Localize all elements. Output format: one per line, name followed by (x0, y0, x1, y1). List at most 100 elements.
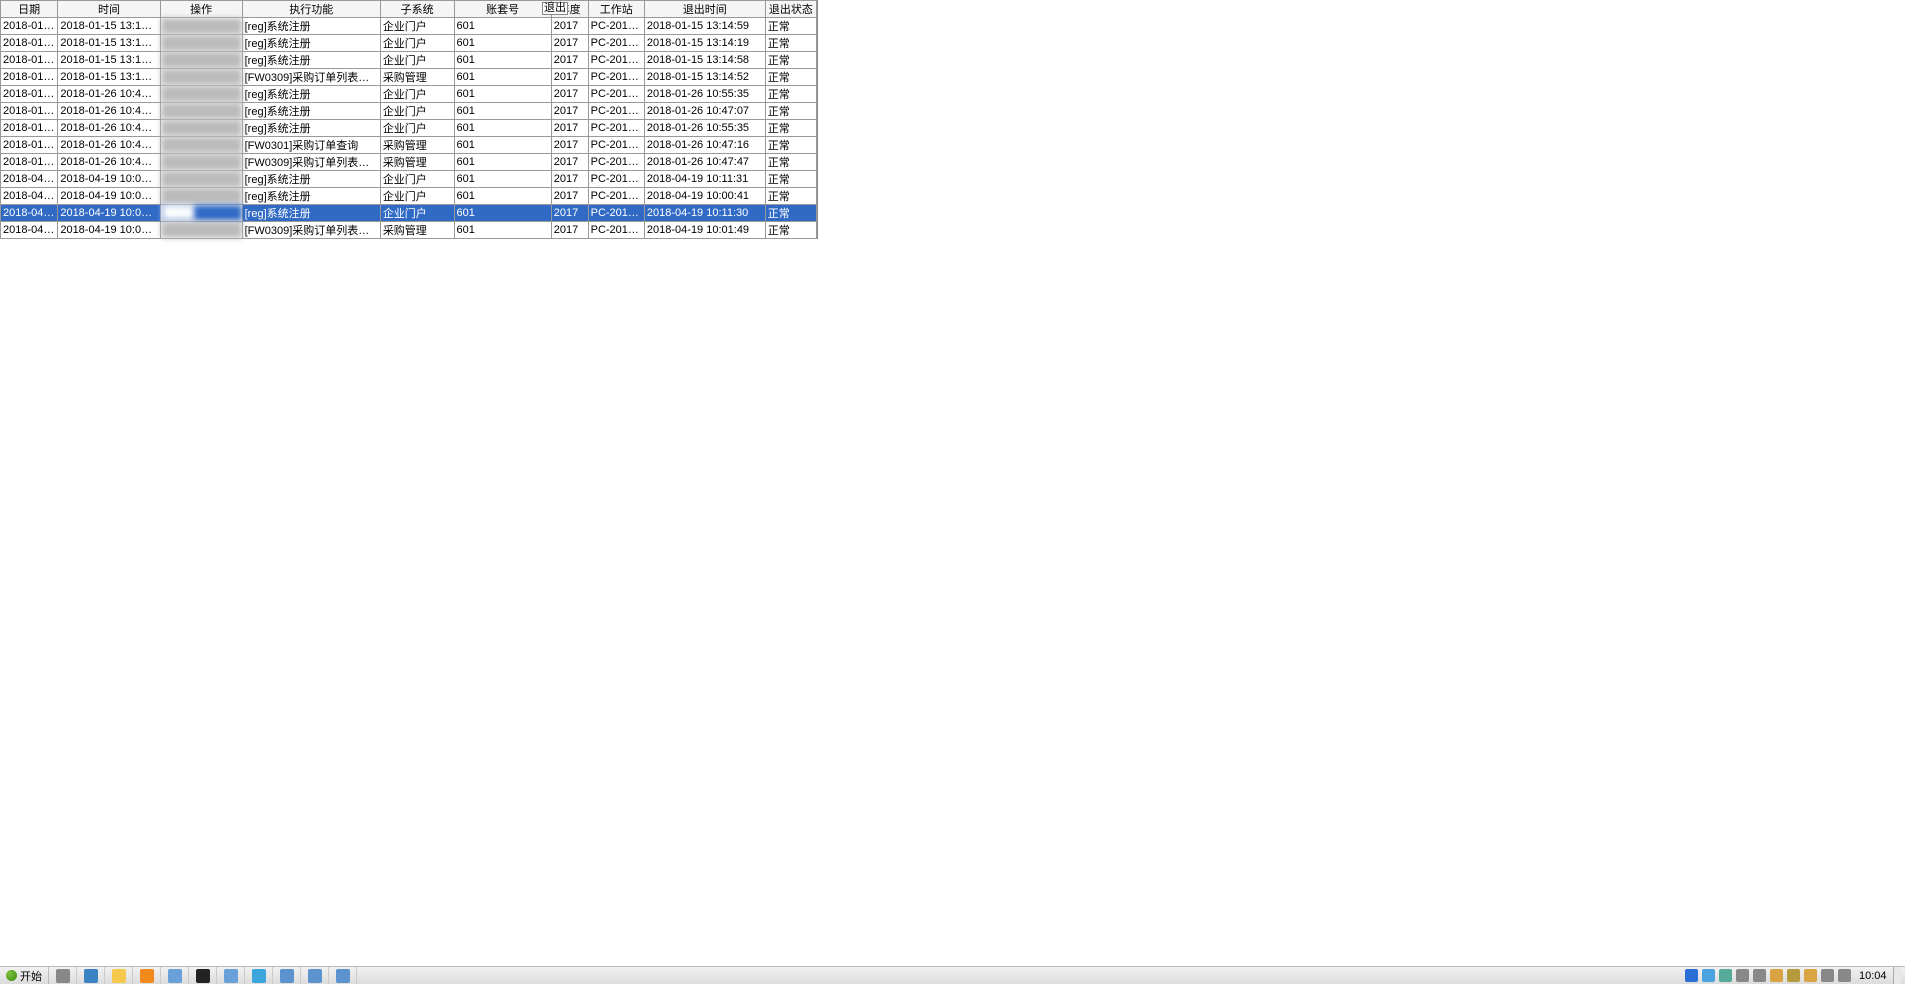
cell-subsys: 企业门户 (380, 205, 454, 222)
cell-exitstat: 正常 (765, 222, 816, 239)
window-icon[interactable] (329, 967, 357, 984)
cell-exitstat: 正常 (765, 86, 816, 103)
cell-exittime: 2018-04-19 10:11:30 (644, 205, 765, 222)
cell-func: [FW0309]采购订单列表查询 (242, 154, 380, 171)
uc-browser-icon[interactable] (133, 967, 161, 984)
cell-oper: ████ (160, 69, 242, 86)
col-header-date[interactable]: 日期 (1, 1, 58, 18)
start-button[interactable]: 开始 (0, 967, 49, 984)
cell-exittime: 2018-04-19 10:01:49 (644, 222, 765, 239)
col-header-account[interactable]: 账套号 (454, 1, 551, 18)
cell-exitstat: 正常 (765, 103, 816, 120)
folder-icon[interactable] (105, 967, 133, 984)
cell-date: 2018-01-26 (1, 137, 58, 154)
cell-time: 2018-01-15 13:14:17 (58, 18, 160, 35)
list-icon[interactable] (273, 967, 301, 984)
tray-icon-2[interactable] (1804, 969, 1817, 982)
system-tray: 10:04 (1683, 967, 1905, 984)
cell-acct: 601 (454, 188, 551, 205)
col-header-workstation[interactable]: 工作站 (588, 1, 644, 18)
cell-time: 2018-04-19 10:00:40 (58, 171, 160, 188)
cell-time: 2018-01-15 13:14:18 (58, 35, 160, 52)
cell-subsys: 采购管理 (380, 137, 454, 154)
blue-circle-icon[interactable] (245, 967, 273, 984)
cell-oper: ████ (160, 35, 242, 52)
cell-station: PC-20141... (588, 18, 644, 35)
col-header-subsystem[interactable]: 子系统 (380, 1, 454, 18)
tray-shield[interactable] (1770, 969, 1783, 982)
cell-date: 2018-04-19 (1, 188, 58, 205)
cell-station: PC-20141... (588, 171, 644, 188)
cell-exitstat: 正常 (765, 18, 816, 35)
cell-exitstat: 正常 (765, 154, 816, 171)
table-row[interactable]: 2018-01-262018-01-26 10:47:12████[FW0301… (1, 137, 817, 154)
cell-exittime: 2018-01-26 10:55:35 (644, 120, 765, 137)
cell-station: PC-20141... (588, 137, 644, 154)
cell-year: 2017 (551, 69, 588, 86)
col-header-exittime[interactable]: 退出时间 (644, 1, 765, 18)
desktop-panel-icon-glyph (56, 969, 70, 983)
tray-globe[interactable] (1702, 969, 1715, 982)
col-header-exitstatus[interactable]: 退出状态 (765, 1, 816, 18)
tray-volume[interactable] (1838, 969, 1851, 982)
cell-oper: ████ (160, 120, 242, 137)
log-table-container: 退出 日期 时间 操作 执行功能 子系统 账套号 年度 工作站 退出时间 退出状… (0, 0, 818, 239)
table-row[interactable]: 2018-01-152018-01-15 13:14:25████[FW0309… (1, 69, 817, 86)
cell-acct: 601 (454, 52, 551, 69)
cell-acct: 601 (454, 103, 551, 120)
cell-exitstat: 正常 (765, 205, 816, 222)
cell-exittime: 2018-01-15 13:14:58 (644, 52, 765, 69)
col-header-time[interactable]: 时间 (58, 1, 160, 18)
cell-exitstat: 正常 (765, 137, 816, 154)
show-desktop-button[interactable] (1893, 967, 1901, 984)
cell-year: 2017 (551, 18, 588, 35)
cmd-icon[interactable] (189, 967, 217, 984)
table-row[interactable]: 2018-01-152018-01-15 13:14:17████[reg]系统… (1, 18, 817, 35)
cell-func: [reg]系统注册 (242, 171, 380, 188)
tray-network[interactable] (1821, 969, 1834, 982)
tray-icon-1[interactable] (1787, 969, 1800, 982)
cell-station: PC-20141... (588, 103, 644, 120)
table-row[interactable]: 2018-01-262018-01-26 10:47:07████[reg]系统… (1, 103, 817, 120)
cell-subsys: 企业门户 (380, 188, 454, 205)
cell-subsys: 企业门户 (380, 86, 454, 103)
taskbar: 开始 10:04 (0, 966, 1905, 984)
cell-oper: ████ (160, 86, 242, 103)
task-icon[interactable] (301, 967, 329, 984)
tray-app-blue[interactable] (1685, 969, 1698, 982)
table-row[interactable]: 2018-04-192018-04-19 10:00:41████[reg]系统… (1, 188, 817, 205)
cell-station: PC-20141... (588, 222, 644, 239)
cell-station: PC-20141... (588, 205, 644, 222)
cell-exittime: 2018-01-26 10:47:16 (644, 137, 765, 154)
tray-help[interactable] (1719, 969, 1732, 982)
cell-station: PC-20141... (588, 188, 644, 205)
cell-func: [FW0309]采购订单列表查询 (242, 69, 380, 86)
col-header-function[interactable]: 执行功能 (242, 1, 380, 18)
table-row[interactable]: 2018-01-262018-01-26 10:47:07████[reg]系统… (1, 120, 817, 137)
table-row[interactable]: 2018-04-192018-04-19 10:00:41████[reg]系统… (1, 205, 817, 222)
table-row[interactable]: 2018-04-192018-04-19 10:00:40████[reg]系统… (1, 171, 817, 188)
table-row[interactable]: 2018-01-262018-01-26 10:47:06████[reg]系统… (1, 86, 817, 103)
cell-year: 2017 (551, 86, 588, 103)
cell-date: 2018-01-15 (1, 52, 58, 69)
taskbar-clock[interactable]: 10:04 (1859, 970, 1891, 982)
cell-time: 2018-01-15 13:14:19 (58, 52, 160, 69)
table-row[interactable]: 2018-04-192018-04-19 10:00:46████[FW0309… (1, 222, 817, 239)
cell-year: 2017 (551, 137, 588, 154)
table-row[interactable]: 2018-01-262018-01-26 10:47:17████[FW0309… (1, 154, 817, 171)
task-icon-glyph (308, 969, 322, 983)
col-header-operator[interactable]: 操作 (160, 1, 242, 18)
app-icon-2[interactable] (217, 967, 245, 984)
cell-date: 2018-01-15 (1, 69, 58, 86)
start-label: 开始 (20, 968, 42, 984)
cell-exittime: 2018-01-15 13:14:59 (644, 18, 765, 35)
cell-exitstat: 正常 (765, 120, 816, 137)
cell-func: [reg]系统注册 (242, 18, 380, 35)
tray-chevron[interactable] (1753, 969, 1766, 982)
table-row[interactable]: 2018-01-152018-01-15 13:14:19████[reg]系统… (1, 52, 817, 69)
app-window-icon[interactable] (161, 967, 189, 984)
table-row[interactable]: 2018-01-152018-01-15 13:14:18████[reg]系统… (1, 35, 817, 52)
desktop-panel-icon[interactable] (49, 967, 77, 984)
tray-power[interactable] (1736, 969, 1749, 982)
explorer-icon[interactable] (77, 967, 105, 984)
